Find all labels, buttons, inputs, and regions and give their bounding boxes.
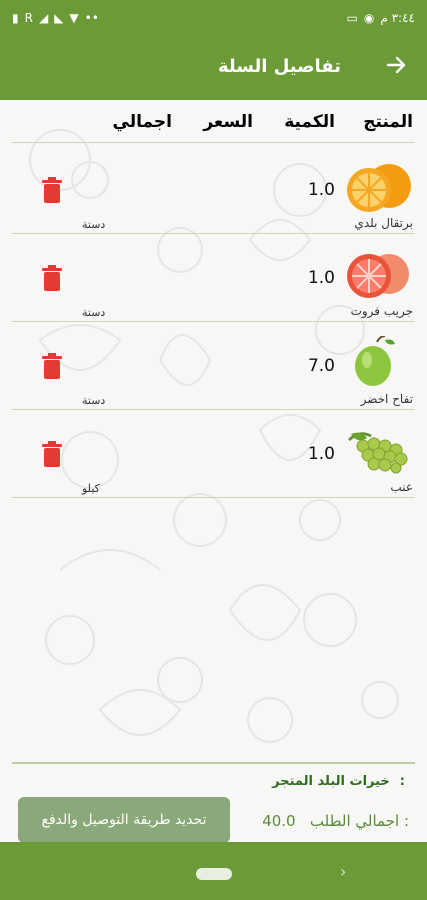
header-divider <box>12 142 415 143</box>
delete-trash-icon[interactable] <box>40 440 64 468</box>
battery-icon: ▮ <box>12 11 19 25</box>
chevron-right-icon[interactable]: › <box>340 862 346 881</box>
header-total: اجمالي <box>112 112 172 132</box>
status-time: ٣:٤٤ م <box>380 11 415 25</box>
system-nav-bar: › <box>0 842 427 900</box>
store-name: خيرات البلد <box>317 774 390 789</box>
green-apple-image <box>355 336 395 386</box>
cart-row: 7.0 تفاح اخضر دستة <box>0 322 427 410</box>
delete-trash-icon[interactable] <box>40 176 64 204</box>
page-title: تفاصيل السلة <box>217 56 341 77</box>
status-bar: ▮ R ◢ ◣ ▼ •• ▭ ◉ ٣:٤٤ م <box>0 0 427 36</box>
store-info: خيرات البلد المتجر: <box>272 774 405 789</box>
header-quantity: الكمية <box>284 112 335 132</box>
app-bar: تفاصيل السلة <box>0 36 427 100</box>
order-total: 40.0 اجمالي الطلب : <box>262 812 409 830</box>
delete-trash-icon[interactable] <box>40 352 64 380</box>
cart-row: 1.0 عنب كيلو <box>0 410 427 498</box>
no-signal-icon: ◣ <box>54 11 64 25</box>
quantity-value: 1.0 <box>307 180 335 200</box>
orange-image <box>347 164 411 212</box>
order-total-value: 40.0 <box>262 812 296 830</box>
back-arrow-icon[interactable] <box>383 52 409 78</box>
wifi-icon: ▼ <box>69 11 79 25</box>
order-total-label: اجمالي الطلب : <box>309 812 409 830</box>
grapes-image <box>347 432 408 474</box>
footer-divider <box>12 762 415 764</box>
quantity-value: 1.0 <box>307 444 335 464</box>
home-pill[interactable] <box>196 868 232 880</box>
roaming-icon: R <box>24 11 33 25</box>
quantity-value: 7.0 <box>307 356 335 376</box>
status-right-icons: ▭ ◉ ٣:٤٤ م <box>347 11 415 25</box>
status-left-icons: ▮ R ◢ ◣ ▼ •• <box>12 12 99 24</box>
select-delivery-payment-button[interactable]: تحديد طريقة التوصيل والدفع <box>18 797 230 842</box>
row-divider <box>12 497 415 498</box>
product-name: تفاح اخضر <box>360 392 413 406</box>
product-name: جريب فروت <box>350 304 413 318</box>
cart-row: 1.0 برتقال بلدي دستة <box>0 146 427 234</box>
unit-label: دستة <box>82 306 106 319</box>
notification-dots: •• <box>84 11 99 25</box>
cart-row: 1.0 جريب فروت دستة <box>0 234 427 322</box>
unit-label: دستة <box>82 394 106 407</box>
sim-icon: ▭ <box>346 11 358 25</box>
header-product: المنتج <box>363 112 413 132</box>
table-header: المنتج الكمية السعر اجمالي <box>0 112 427 140</box>
grapefruit-image <box>347 254 409 298</box>
unit-label: دستة <box>82 218 106 231</box>
whatsapp-icon: ◉ <box>363 11 375 25</box>
signal-icon: ◢ <box>38 11 49 25</box>
delete-trash-icon[interactable] <box>40 264 64 292</box>
product-name: عنب <box>390 480 413 494</box>
unit-label: كيلو <box>82 482 100 495</box>
cart-content: المنتج الكمية السعر اجمالي 1.0 برتقال بل… <box>0 100 427 842</box>
header-price: السعر <box>203 112 253 132</box>
product-name: برتقال بلدي <box>354 216 413 230</box>
quantity-value: 1.0 <box>307 268 335 288</box>
